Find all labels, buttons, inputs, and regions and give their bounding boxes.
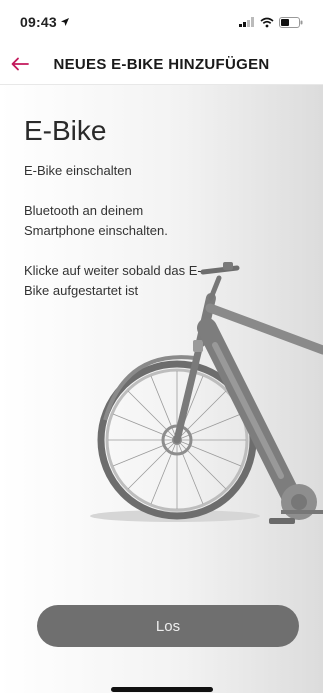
wifi-icon xyxy=(260,17,274,27)
ebike-image xyxy=(85,250,323,530)
home-indicator xyxy=(111,687,213,692)
status-time-group: 09:43 xyxy=(20,14,70,30)
back-button[interactable] xyxy=(6,50,34,78)
nav-bar: NEUES E-BIKE HINZUFÜGEN xyxy=(0,44,323,85)
section-heading: E-Bike xyxy=(24,115,107,146)
status-bar: 09:43 xyxy=(0,0,323,44)
signal-icon xyxy=(239,17,254,27)
ebike-illustration xyxy=(90,262,323,524)
status-icons xyxy=(239,16,303,28)
page-title: NEUES E-BIKE HINZUFÜGEN xyxy=(53,55,270,73)
location-arrow-icon xyxy=(60,18,69,26)
main-content: E-Bike E-Bike einschalten Bluetooth an d… xyxy=(0,85,323,693)
los-button[interactable]: Los xyxy=(37,605,299,647)
back-arrow-icon xyxy=(11,57,29,71)
instruction-step-1: E-Bike einschalten xyxy=(24,163,132,178)
battery-icon xyxy=(279,16,303,28)
status-time: 09:43 xyxy=(20,14,57,30)
instruction-step-2: Bluetooth an deinem Smartphone einschalt… xyxy=(24,203,168,238)
